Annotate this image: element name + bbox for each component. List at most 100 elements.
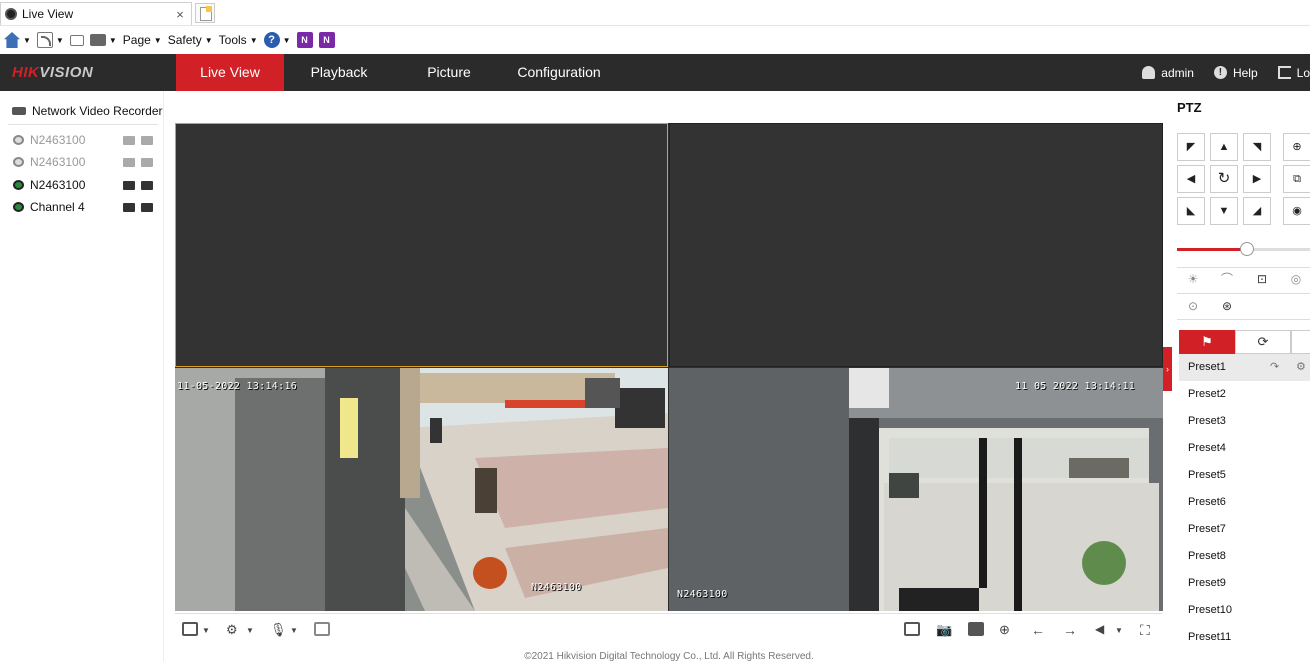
3d-zoom-icon[interactable]: ⊛ [1218,297,1236,315]
preset-tab[interactable]: ⚑ [1179,330,1235,354]
fullscreen-icon[interactable]: ⛶ [1140,622,1156,638]
ptz-title: PTZ [1177,100,1202,115]
tab-close-icon[interactable]: × [173,7,187,22]
chevron-down-icon[interactable]: ▼ [202,622,218,636]
home-button[interactable]: ▼ [4,29,31,51]
ptz-up-left-button[interactable]: ◤ [1177,133,1205,161]
channel-item[interactable]: N2463100 [13,176,153,194]
help-menu[interactable]: ? ▼ [263,29,291,51]
ptz-up-right-button[interactable]: ◥ [1243,133,1271,161]
user-menu[interactable]: admin [1142,66,1194,80]
collapse-panel-handle[interactable]: › [1163,347,1172,391]
record-icon[interactable] [123,202,135,212]
auxiliary-focus-icon[interactable]: ⊡ [1253,270,1271,288]
preset-item[interactable]: Preset4 [1179,435,1310,462]
set-preset-icon[interactable]: ⚙ [1296,354,1306,381]
stream-settings-icon[interactable] [141,180,153,190]
video-window-1[interactable] [175,123,668,367]
preset-label: Preset9 [1188,577,1226,589]
nav-configuration[interactable]: Configuration [504,54,614,91]
tools-menu-label: Tools [218,33,247,47]
tools-menu[interactable]: Tools ▼ [219,29,258,51]
stream-settings-icon[interactable] [141,202,153,212]
browser-tab[interactable]: Live View × [0,2,192,25]
preset-item[interactable]: Preset10 [1179,597,1310,624]
nvr-node[interactable]: Network Video Recorder [12,104,163,118]
ptz-left-button[interactable]: ◀ [1177,165,1205,193]
record-all-icon[interactable] [968,622,984,636]
preset-item[interactable]: Preset1 ↷ ⚙ [1179,354,1310,381]
ptz-zoom-in-button[interactable]: ⊕ [1283,133,1310,161]
nav-playback[interactable]: Playback [284,54,394,91]
next-page-icon[interactable]: → [1063,622,1079,638]
ptz-down-right-button[interactable]: ◢ [1243,197,1271,225]
onenote-button[interactable]: N [296,29,313,51]
chevron-down-icon[interactable]: ▼ [1115,622,1131,636]
chevron-down-icon[interactable]: ▼ [290,622,306,636]
nav-live-view[interactable]: Live View [176,54,284,91]
stream-type-icon[interactable]: ⚙ [226,622,242,637]
help-link[interactable]: ! Help [1213,65,1258,80]
record-icon[interactable] [123,157,135,167]
preset-item[interactable]: Preset9 [1179,570,1310,597]
window-layout-icon[interactable] [182,622,198,636]
chevron-down-icon: ▼ [204,35,213,45]
previous-page-icon[interactable]: ← [1031,622,1047,638]
stream-settings-icon[interactable] [141,135,153,145]
fisheye-icon[interactable] [314,622,330,636]
speed-slider-thumb[interactable] [1240,242,1254,256]
logout-link[interactable]: Lo [1277,66,1310,80]
ptz-focus-button[interactable]: ⧉ [1283,165,1310,193]
mail-button[interactable] [69,29,84,51]
stream-settings-icon[interactable] [141,157,153,167]
patrol-tab[interactable]: ⟳ [1235,330,1291,354]
pattern-tab[interactable] [1291,330,1310,354]
ptz-up-button[interactable]: ▲ [1210,133,1238,161]
ptz-down-button[interactable]: ▼ [1210,197,1238,225]
page-menu[interactable]: Page ▼ [123,29,162,51]
preset-label: Preset11 [1188,631,1232,643]
preset-item[interactable]: Preset5 [1179,462,1310,489]
digital-zoom-icon[interactable]: ⊕ [999,622,1015,637]
video-window-3[interactable]: 11-05-2022 13:14:16 N2463100 [175,368,668,611]
lens-init-icon[interactable]: ◎ [1287,270,1305,288]
print-button[interactable]: ▼ [89,29,117,51]
microphone-icon[interactable]: 🎙 [270,622,287,637]
record-icon[interactable] [123,180,135,190]
preset-item[interactable]: Preset7 [1179,516,1310,543]
safety-menu[interactable]: Safety ▼ [168,29,213,51]
manual-tracking-icon[interactable]: ⊙ [1184,297,1202,315]
light-icon[interactable]: ☀ [1184,270,1202,288]
capture-icon[interactable]: 📷 [936,622,952,637]
preset-label: Preset2 [1188,388,1226,400]
channel-item[interactable]: N2463100 [13,153,153,171]
new-tab-icon[interactable] [195,3,215,23]
print-icon [89,34,106,46]
preset-item[interactable]: Preset2 [1179,381,1310,408]
channel-item[interactable]: N2463100 [13,131,153,149]
chevron-down-icon[interactable]: ▼ [246,622,262,636]
feeds-button[interactable]: ▼ [36,29,64,51]
ptz-auto-button[interactable]: ↻ [1210,165,1238,193]
ptz-iris-button[interactable]: ◉ [1283,197,1310,225]
page-menu-label: Page [122,33,151,47]
preset-item[interactable]: Preset3 [1179,408,1310,435]
onenote-linked-button[interactable]: N [318,29,335,51]
help-label: Help [1232,65,1258,80]
ptz-down-left-button[interactable]: ◣ [1177,197,1205,225]
record-icon[interactable] [123,135,135,145]
video-window-2[interactable] [669,123,1163,367]
call-preset-icon[interactable]: ↷ [1270,354,1279,381]
ptz-panel: PTZ ◤ ▲ ◥ ⊕ ◀ ↻ ▶ ⧉ ◣ ▼ ◢ ◉ ☀ ⌒ ⊡ ◎ ⊙ ⊛ … [1172,91,1310,662]
wiper-icon[interactable]: ⌒ [1218,270,1236,288]
nav-picture[interactable]: Picture [394,54,504,91]
video-window-4[interactable]: 11 05 2022 13:14:11 N2463100 [669,368,1163,611]
stop-all-icon[interactable] [904,622,920,636]
camera-icon [13,135,24,145]
preset-item[interactable]: Preset6 [1179,489,1310,516]
preset-item[interactable]: Preset8 [1179,543,1310,570]
preset-item[interactable]: Preset11 [1179,624,1310,651]
volume-icon[interactable]: ◀ [1095,622,1111,636]
channel-item[interactable]: Channel 4 [13,198,153,216]
ptz-right-button[interactable]: ▶ [1243,165,1271,193]
